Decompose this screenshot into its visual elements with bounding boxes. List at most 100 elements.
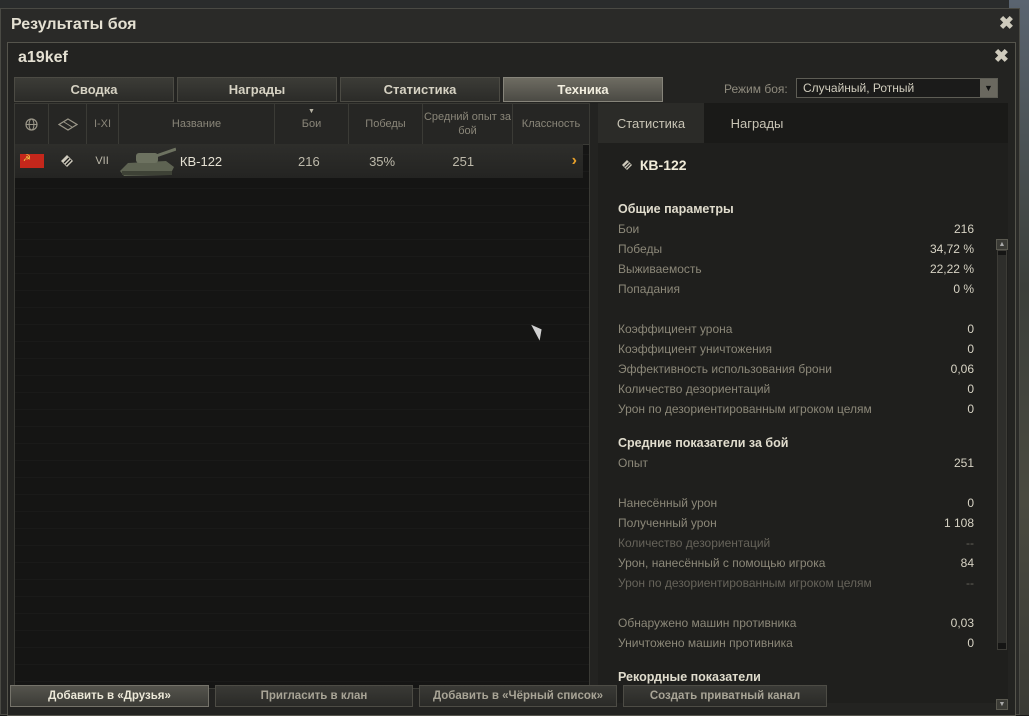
vehicle-details-panel: Статистика Награды КВ-122 Общие параметр… xyxy=(598,103,1008,710)
scroll-thumb[interactable] xyxy=(998,255,1006,643)
stat-value: 34,72 % xyxy=(929,242,974,256)
stat-value: 0 xyxy=(967,496,974,510)
tab-summary[interactable]: Сводка xyxy=(14,77,174,102)
stat-label: Победы xyxy=(618,242,663,256)
window-title: Результаты боя xyxy=(11,16,137,33)
stats-scrollbar[interactable]: ▲ ▼ xyxy=(996,239,1008,710)
ussr-flag-icon xyxy=(19,153,44,168)
stat-value: -- xyxy=(966,536,974,550)
stat-value: 22,22 % xyxy=(929,262,974,276)
table-row[interactable]: VII КВ-122 216 35% 251 › xyxy=(15,144,583,178)
stat-row: Уничтожено машин противника 0 xyxy=(618,633,974,653)
battles-column-header[interactable]: ▼ Бои xyxy=(275,104,349,144)
stat-value: 0 xyxy=(967,636,974,650)
close-icon[interactable]: ✖ xyxy=(994,46,1009,67)
stat-row: Обнаружено машин противника 0,03 xyxy=(618,613,974,633)
stat-row: Опыт 251 xyxy=(618,453,974,473)
scroll-track[interactable] xyxy=(997,250,1007,650)
heavy-tank-icon xyxy=(622,160,632,170)
stat-value: 0 xyxy=(967,322,974,336)
stat-label: Обнаружено машин противника xyxy=(618,616,797,630)
stat-row: Урон, нанесённый с помощью игрока 84 xyxy=(618,553,974,573)
stat-value: 0 xyxy=(967,342,974,356)
stat-row: Коэффициент уничтожения 0 xyxy=(618,339,974,359)
action-buttons: Добавить в «Друзья» Пригласить в клан До… xyxy=(10,685,827,707)
stat-label: Коэффициент урона xyxy=(618,322,733,336)
stat-row: Урон по дезориентированным игроком целям… xyxy=(618,573,974,593)
stat-row: Количество дезориентаций -- xyxy=(618,533,974,553)
nation-column-header[interactable] xyxy=(15,104,49,144)
stat-label: Выживаемость xyxy=(618,262,702,276)
battles-header-label: Бои xyxy=(301,118,322,130)
tier-column-header[interactable]: I-XI xyxy=(87,104,119,144)
tab-details-statistics[interactable]: Статистика xyxy=(598,103,704,143)
stat-label: Бои xyxy=(618,222,640,236)
tab-vehicles[interactable]: Техника xyxy=(503,77,663,102)
chevron-down-icon: ▼ xyxy=(980,79,997,97)
table-header: I-XI Название ▼ Бои Победы Средний опыт … xyxy=(15,104,589,145)
row-arrow-icon: › xyxy=(571,152,577,169)
stat-row: Количество дезориентаций 0 xyxy=(618,379,974,399)
vehicles-table: I-XI Название ▼ Бои Победы Средний опыт … xyxy=(14,103,590,689)
details-tab-bar: Статистика Награды xyxy=(598,103,810,143)
tab-awards[interactable]: Награды xyxy=(177,77,337,102)
tab-statistics[interactable]: Статистика xyxy=(340,77,500,102)
tab-strip-filler xyxy=(810,103,1008,143)
tab-bar: Сводка Награды Статистика Техника xyxy=(14,77,663,102)
wins-column-header[interactable]: Победы xyxy=(349,104,423,144)
vehicle-type-icon xyxy=(57,117,78,131)
add-blacklist-button[interactable]: Добавить в «Чёрный список» xyxy=(419,685,617,707)
section-records-title: Рекордные показатели xyxy=(618,670,761,684)
type-cell xyxy=(49,144,87,178)
wins-cell: 35% xyxy=(369,153,396,169)
player-name: a19kef xyxy=(18,49,68,66)
type-column-header[interactable] xyxy=(49,104,87,144)
avg-xp-column-header[interactable]: Средний опыт за бой xyxy=(423,104,513,144)
battle-mode-label: Режим боя: xyxy=(724,82,788,96)
stat-label: Коэффициент уничтожения xyxy=(618,342,772,356)
stat-label: Урон по дезориентированным игроком целям xyxy=(618,402,872,416)
stat-row: Нанесённый урон 0 xyxy=(618,493,974,513)
stat-row: Победы 34,72 % xyxy=(618,239,974,259)
scroll-up-icon[interactable]: ▲ xyxy=(996,239,1008,250)
section-general-title: Общие параметры xyxy=(618,202,734,216)
details-vehicle-name: КВ-122 xyxy=(639,157,687,173)
stat-label: Урон, нанесённый с помощью игрока xyxy=(618,556,826,570)
globe-icon xyxy=(25,117,38,131)
nation-cell xyxy=(15,144,49,178)
tab-details-awards[interactable]: Награды xyxy=(704,103,810,143)
details-vehicle-title: КВ-122 xyxy=(622,157,687,173)
sort-desc-icon: ▼ xyxy=(308,108,315,115)
stat-label: Опыт xyxy=(618,456,648,470)
stat-label: Уничтожено машин противника xyxy=(618,636,793,650)
section-average-title: Средние показатели за бой xyxy=(618,436,789,450)
name-column-header[interactable]: Название xyxy=(119,104,275,144)
close-icon[interactable]: ✖ xyxy=(999,13,1014,34)
stat-label: Эффективность использования брони xyxy=(618,362,832,376)
battle-mode-select[interactable]: Случайный, Ротный ▼ xyxy=(796,78,998,98)
stat-value: 251 xyxy=(953,456,974,470)
invite-clan-button[interactable]: Пригласить в клан xyxy=(215,685,413,707)
stat-value: -- xyxy=(966,576,974,590)
tier-cell: VII xyxy=(95,155,109,167)
scroll-down-icon[interactable]: ▼ xyxy=(996,699,1008,710)
battle-results-window: Результаты боя ✖ a19kef ✖ Сводка Награды… xyxy=(0,8,1020,716)
class-column-header[interactable]: Классность xyxy=(513,104,589,144)
battles-cell: 216 xyxy=(298,153,320,169)
stat-value: 216 xyxy=(953,222,974,236)
stat-row: Выживаемость 22,22 % xyxy=(618,259,974,279)
stat-label: Количество дезориентаций xyxy=(618,382,771,396)
stat-row: Бои 216 xyxy=(618,219,974,239)
player-stats-window: a19kef ✖ Сводка Награды Статистика Техни… xyxy=(7,42,1016,716)
stat-label: Полученный урон xyxy=(618,516,717,530)
avg-xp-cell: 251 xyxy=(452,153,475,169)
add-friend-button[interactable]: Добавить в «Друзья» xyxy=(10,685,209,707)
create-private-channel-button[interactable]: Создать приватный канал xyxy=(623,685,827,707)
stat-value: 0 xyxy=(967,382,974,396)
stat-value: 0,03 xyxy=(950,616,974,630)
stat-value: 0,06 xyxy=(950,362,974,376)
